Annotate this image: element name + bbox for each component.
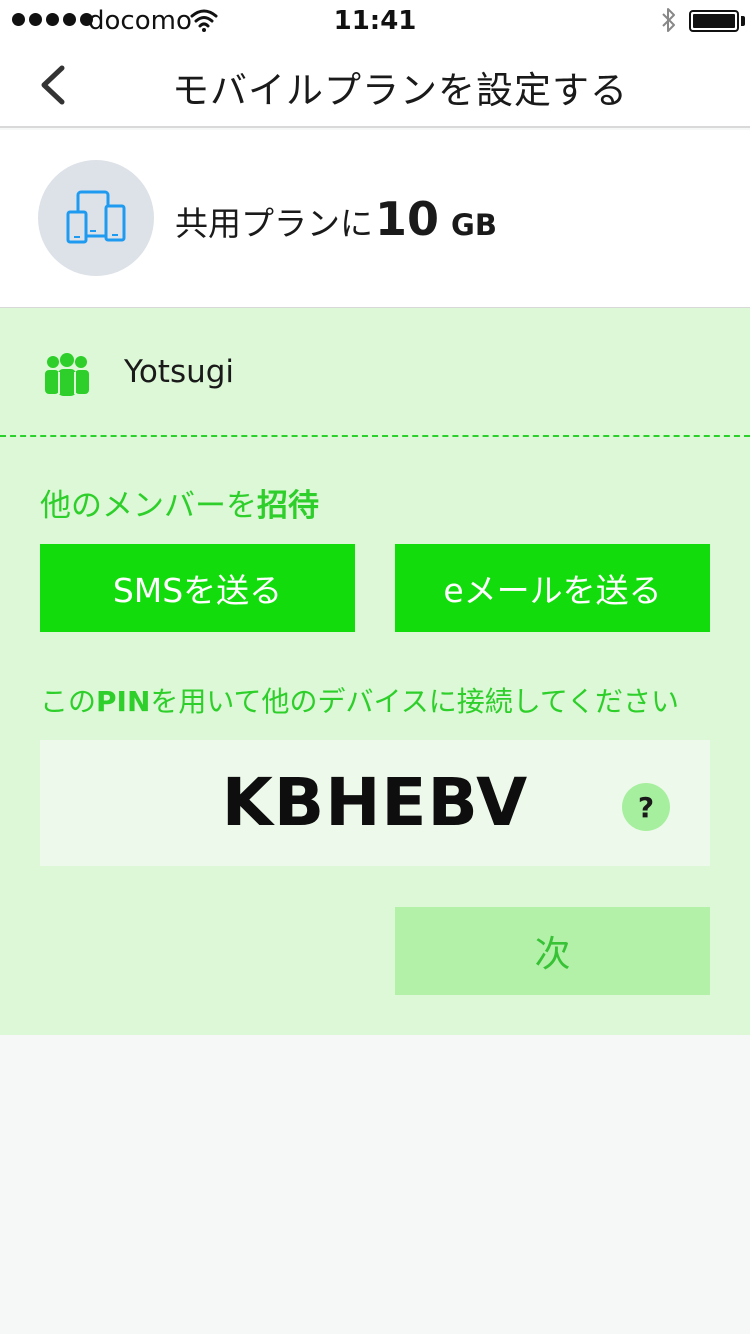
plan-description: 共用プランに 10 GB <box>175 192 497 246</box>
pin-label-prefix: この <box>40 685 97 718</box>
pin-box: KBHEBV ? <box>40 740 710 866</box>
bluetooth-icon <box>660 7 678 40</box>
pin-code: KBHEBV <box>221 764 529 841</box>
send-email-button[interactable]: eメールを送る <box>395 544 710 632</box>
invite-title-emphasis: 招待 <box>257 488 319 524</box>
send-sms-button[interactable]: SMSを送る <box>40 544 355 632</box>
chevron-left-icon <box>41 65 65 105</box>
plan-unit: GB <box>451 208 497 242</box>
pin-label-suffix: を用いて他のデバイスに接続してください <box>150 685 680 718</box>
plan-prefix: 共用プランに <box>175 204 373 243</box>
navigation-bar: モバイルプランを設定する <box>0 40 750 128</box>
member-name: Yotsugi <box>124 354 235 390</box>
pin-instructions: このPINを用いて他のデバイスに接続してください <box>40 680 679 720</box>
invite-title-prefix: 他のメンバーを <box>40 488 257 524</box>
next-button[interactable]: 次 <box>395 907 710 995</box>
battery-tip <box>741 16 745 26</box>
status-time: 11:41 <box>333 6 417 36</box>
invite-title: 他のメンバーを招待 <box>40 480 319 525</box>
pin-label-emphasis: PIN <box>96 685 151 718</box>
page-title: モバイルプランを設定する <box>172 69 628 112</box>
help-icon[interactable]: ? <box>622 783 670 831</box>
devices-icon <box>66 190 126 244</box>
battery-icon <box>689 10 739 32</box>
devices-icon-circle <box>38 160 154 276</box>
plan-summary: 共用プランに 10 GB <box>0 130 750 308</box>
back-button[interactable] <box>30 60 80 110</box>
status-bar: docomo 11:41 <box>0 0 750 40</box>
group-icon <box>44 352 90 400</box>
plan-amount: 10 <box>375 192 440 246</box>
dashed-divider <box>0 435 750 437</box>
invite-panel: Yotsugi 他のメンバーを招待 SMSを送る eメールを送る このPINを用… <box>0 308 750 1035</box>
